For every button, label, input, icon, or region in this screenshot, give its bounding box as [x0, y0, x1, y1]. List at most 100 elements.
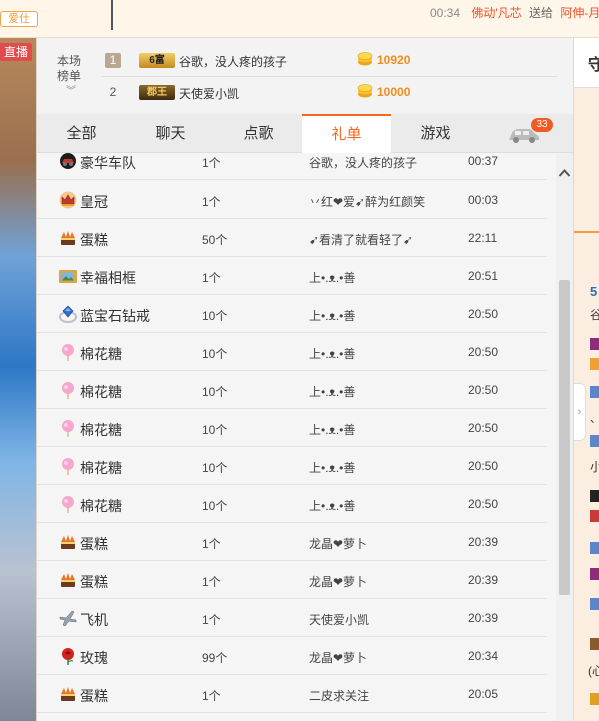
user-avatar[interactable] — [590, 542, 599, 554]
user-avatar[interactable] — [590, 598, 599, 610]
gift-name: 棉花糖 — [80, 346, 122, 362]
list-item[interactable]: 飞机 1个 天使爱小凯 20:39 — [37, 599, 547, 637]
gift-name: 蛋糕 — [80, 536, 108, 552]
list-item[interactable]: 棉花糖 10个 上•.ᴥ.•善 20:50 — [37, 409, 547, 447]
user-avatar[interactable] — [590, 435, 599, 447]
gift-sender[interactable]: 天使爱小凯 — [309, 611, 369, 628]
list-item[interactable]: 蓝宝石钻戒 10个 上•.ᴥ.•善 20:50 — [37, 295, 547, 333]
right-text: 、 — [590, 410, 599, 426]
tab-gift-list[interactable]: 礼单 — [302, 114, 391, 153]
gift-name: 蓝宝石钻戒 — [80, 308, 150, 324]
user-avatar[interactable] — [590, 638, 599, 650]
gift-sender[interactable]: 上•.ᴥ.•善 — [309, 307, 355, 324]
gift-time: 20:50 — [468, 345, 499, 359]
gift-time: 20:50 — [468, 421, 499, 435]
list-item[interactable]: 棉花糖 10个 上•.ᴥ.•善 20:50 — [37, 371, 547, 409]
ranking-row[interactable]: 1 6富 谷歌，没人疼的孩子 10920 — [102, 49, 557, 77]
user-avatar[interactable] — [590, 568, 599, 580]
cake-icon — [61, 687, 75, 701]
right-sidebar: 守 5 谷 、 小 (心 › — [573, 38, 599, 721]
gift-quantity: 10个 — [202, 309, 228, 323]
rose-icon — [62, 648, 74, 665]
broadcast-sender[interactable]: 佛动'凡芯 — [471, 6, 521, 20]
ranking-row[interactable]: 2 郡王 天使爱小凯 10000 — [102, 81, 557, 109]
ranking-user-name[interactable]: 谷歌，没人疼的孩子 — [179, 53, 287, 70]
divider — [111, 0, 113, 30]
gift-time: 20:39 — [468, 535, 499, 549]
gift-quantity: 10个 — [202, 461, 228, 475]
gift-time: 20:39 — [468, 611, 499, 625]
user-avatar[interactable] — [590, 386, 599, 398]
right-count: 5 — [590, 284, 598, 299]
user-avatar[interactable] — [590, 338, 599, 350]
list-item[interactable]: 蛋糕 1个 二皮求关注 20:05 — [37, 675, 547, 713]
gift-quantity: 50个 — [202, 233, 228, 247]
gift-time: 20:51 — [468, 269, 499, 283]
list-item[interactable]: 棉花糖 10个 上•.ᴥ.•善 20:50 — [37, 485, 547, 523]
tab-games[interactable]: 游戏 — [391, 114, 480, 153]
gift-sender[interactable]: 龙晶❤萝卜 — [309, 535, 367, 552]
list-item[interactable]: 蛋糕 1个 龙晶❤萝卜 20:39 — [37, 523, 547, 561]
user-avatar[interactable] — [590, 358, 599, 370]
gift-broadcast: 00:34 佛动'凡芯 送给 阿伸-月 — [430, 4, 599, 21]
live-video[interactable]: 直播 — [0, 38, 36, 721]
gift-sender[interactable]: 龙晶❤萝卜 — [309, 649, 367, 666]
chevron-down-icon[interactable]: ︾ — [66, 82, 76, 97]
cotton-candy-icon — [62, 496, 74, 513]
gift-sender[interactable]: 二皮求关注 — [309, 687, 369, 704]
guard-header: 守 — [574, 38, 599, 88]
list-item[interactable]: 棉花糖 10个 上•.ᴥ.•善 20:50 — [37, 447, 547, 485]
list-item[interactable]: 豪华车队 1个 谷歌，没人疼的孩子 00:37 — [37, 153, 547, 180]
ranking-user-name[interactable]: 天使爱小凯 — [179, 85, 239, 102]
gift-quantity: 1个 — [202, 271, 221, 285]
gift-quantity: 1个 — [202, 613, 221, 627]
gift-sender[interactable]: 上•.ᴥ.•善 — [309, 345, 355, 362]
chevron-up-icon[interactable] — [558, 167, 571, 179]
list-scrollbar[interactable] — [556, 153, 573, 721]
list-item[interactable]: 玫瑰 99个 龙晶❤萝卜 20:34 — [37, 637, 547, 675]
cake-icon — [61, 573, 75, 587]
guard-title: 守 — [588, 51, 599, 75]
gift-name: 玫瑰 — [80, 650, 108, 666]
cake-icon — [61, 535, 75, 549]
app-logo[interactable]: 爱仕 — [0, 11, 38, 27]
broadcast-time: 00:34 — [430, 6, 461, 20]
live-badge: 直播 — [0, 43, 32, 61]
gift-sender[interactable]: 谷歌，没人疼的孩子 — [309, 154, 417, 171]
gift-sender[interactable]: 上•.ᴥ.•善 — [309, 421, 355, 438]
ranking-section: 本场榜单 ︾ 1 6富 谷歌，没人疼的孩子 10920 2 郡王 天使爱小凯 1… — [37, 38, 574, 114]
noble-badge: 郡王 — [139, 85, 175, 100]
gift-name: 棉花糖 — [80, 384, 122, 400]
gift-name: 棉花糖 — [80, 498, 122, 514]
list-item[interactable]: 蛋糕 50个 ➹看清了就看轻了➹ 22:11 — [37, 219, 547, 257]
user-avatar[interactable] — [590, 510, 599, 522]
gift-sender[interactable]: 上•.ᴥ.•善 — [309, 497, 355, 514]
gift-name: 蛋糕 — [80, 688, 108, 704]
luxury-car-icon — [60, 153, 76, 169]
user-avatar[interactable] — [590, 693, 599, 705]
gift-time: 20:50 — [468, 307, 499, 321]
list-item[interactable]: 蛋糕 1个 龙晶❤萝卜 20:39 — [37, 561, 547, 599]
list-item[interactable]: 幸福相框 1个 上•.ᴥ.•善 20:51 — [37, 257, 547, 295]
tab-chat[interactable]: 聊天 — [126, 114, 215, 153]
gift-sender[interactable]: ➹看清了就看轻了➹ — [309, 231, 413, 248]
broadcast-receiver[interactable]: 阿伸-月 — [560, 6, 599, 20]
gift-time: 20:50 — [468, 497, 499, 511]
scrollbar-thumb[interactable] — [559, 280, 570, 595]
list-item[interactable]: 皇冠 1个 丷红❤爱➹醉为红颜笑 00:03 — [37, 181, 547, 219]
cotton-candy-icon — [62, 344, 74, 361]
gift-sender[interactable]: 上•.ᴥ.•善 — [309, 459, 355, 476]
gift-sender[interactable]: 上•.ᴥ.•善 — [309, 383, 355, 400]
gift-time: 20:50 — [468, 383, 499, 397]
tab-all[interactable]: 全部 — [37, 114, 126, 153]
gift-sender[interactable]: 龙晶❤萝卜 — [309, 573, 367, 590]
gift-sender[interactable]: 上•.ᴥ.•善 — [309, 269, 355, 286]
gift-time: 20:39 — [468, 573, 499, 587]
list-item[interactable]: 棉花糖 10个 上•.ᴥ.•善 20:50 — [37, 333, 547, 371]
gift-sender[interactable]: 丷红❤爱➹醉为红颜笑 — [309, 193, 425, 210]
gold-coin-icon — [357, 52, 373, 66]
collapse-toggle[interactable]: › — [574, 383, 586, 441]
tab-song-request[interactable]: 点歌 — [215, 114, 302, 153]
cotton-candy-icon — [62, 382, 74, 399]
user-avatar[interactable] — [590, 490, 599, 502]
